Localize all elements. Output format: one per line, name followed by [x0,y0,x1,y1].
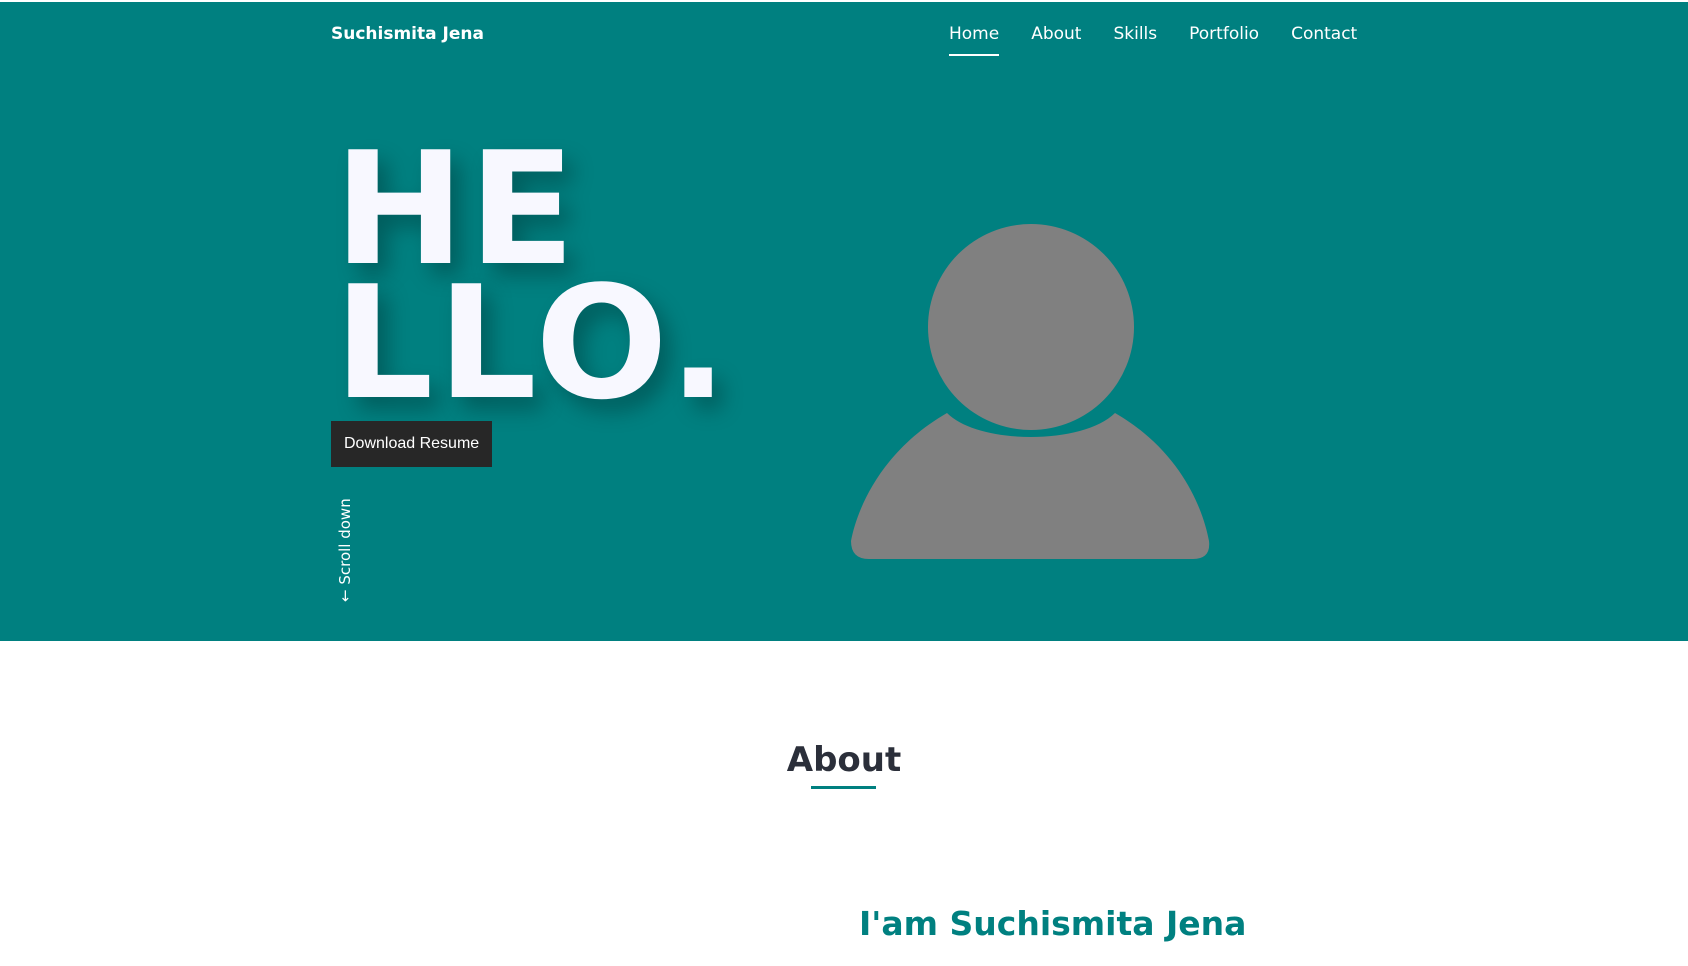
scroll-down-link[interactable]: ← Scroll down [336,498,354,602]
about-intro-heading: I'am Suchismita Jena [859,904,1247,943]
about-title-underline [811,786,876,789]
main-nav: Home About Skills Portfolio Contact [949,24,1357,56]
download-resume-button[interactable]: Download Resume [331,421,493,467]
nav-home[interactable]: Home [949,24,1000,56]
nav-contact[interactable]: Contact [1291,24,1357,56]
about-title: About [786,740,902,780]
page: Suchismita Jena Home About Skills Portfo… [0,0,1688,966]
brand-name[interactable]: Suchismita Jena [331,24,484,44]
nav-about[interactable]: About [1031,24,1081,56]
avatar-body [851,413,1210,559]
user-silhouette-icon [851,224,1210,559]
hello-heading: HE LLO. [334,131,732,434]
avatar-head [928,224,1134,430]
nav-portfolio[interactable]: Portfolio [1189,24,1259,56]
hero-section: Suchismita Jena Home About Skills Portfo… [0,2,1688,641]
nav-skills[interactable]: Skills [1113,24,1157,56]
hello-line-2: LLO. [334,252,732,434]
